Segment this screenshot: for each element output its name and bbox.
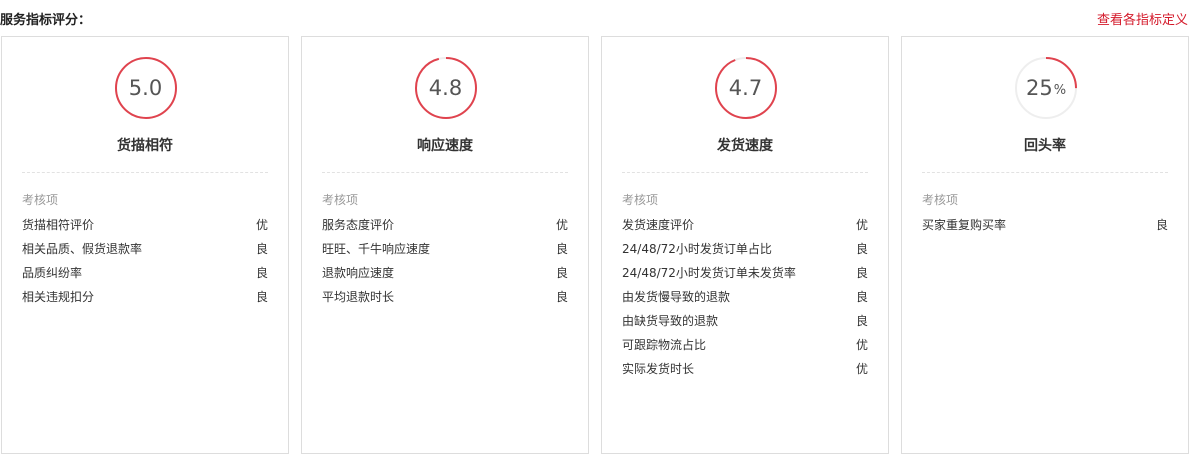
item-label: 货描相符评价 [22,218,95,232]
item-label: 服务态度评价 [322,218,395,232]
assessment-item: 退款响应速度 良 [322,261,568,285]
view-definitions-link[interactable]: 查看各指标定义 [1097,9,1188,28]
assessment-items: 发货速度评价优 24/48/72小时发货订单占比良 24/48/72小时发货订单… [622,213,868,381]
item-grade: 良 [255,290,268,304]
item-grade: 优 [855,338,868,352]
item-grade: 优 [255,218,268,232]
divider [322,172,568,173]
item-label: 24/48/72小时发货订单未发货率 [622,266,796,280]
item-label: 退款响应速度 [322,266,395,280]
score-card-shipping-speed: 4.7 发货速度 考核项 发货速度评价优 24/48/72小时发货订单占比良 2… [601,36,889,454]
assessment-item: 平均退款时长 良 [322,285,568,309]
item-grade: 良 [855,266,868,280]
item-label: 由发货慢导致的退款 [622,290,731,304]
items-header: 考核项 [922,193,959,207]
item-label: 可跟踪物流占比 [622,338,707,352]
items-header: 考核项 [22,193,59,207]
card-title: 货描相符 [117,138,173,154]
item-grade: 良 [555,266,568,280]
card-title: 发货速度 [717,138,773,154]
item-label: 实际发货时长 [622,362,695,376]
item-grade: 良 [555,290,568,304]
assessment-item: 实际发货时长 优 [622,357,868,381]
item-label: 由缺货导致的退款 [622,314,719,328]
assessment-item: 货描相符评价 优 [22,213,268,237]
items-header: 考核项 [622,193,659,207]
assessment-item: 可跟踪物流占比 优 [622,333,868,357]
item-grade: 良 [255,242,268,256]
assessment-item: 24/48/72小时发货订单占比 良 [622,237,868,261]
assessment-item: 品质纠纷率 良 [22,261,268,285]
score-card-response-speed: 4.8 响应速度 考核项 服务态度评价优 旺旺、千牛响应速度良 退款响应速度良 … [301,36,589,454]
assessment-item: 由发货慢导致的退款 良 [622,285,868,309]
score-unit: % [1053,83,1067,98]
score-ring: 4.7 [714,56,778,120]
divider [22,172,268,173]
assessment-items: 货描相符评价优 相关品质、假货退款率良 品质纠纷率良 相关违规扣分良 [22,213,268,309]
item-grade: 良 [255,266,268,280]
item-grade: 优 [855,362,868,376]
items-header: 考核项 [322,193,359,207]
assessment-item: 买家重复购买率 良 [922,213,1168,237]
item-label: 相关违规扣分 [22,290,95,304]
assessment-item: 由缺货导致的退款 良 [622,309,868,333]
item-label: 相关品质、假货退款率 [22,242,143,256]
divider [922,172,1168,173]
item-label: 品质纠纷率 [22,266,83,280]
item-grade: 良 [555,242,568,256]
score-ring: 25% [1014,56,1078,120]
score-ring: 5.0 [114,56,178,120]
score-cards: 5.0 货描相符 考核项 货描相符评价优 相关品质、假货退款率良 品质纠纷率良 … [0,36,1193,455]
item-grade: 良 [855,314,868,328]
item-grade: 良 [1155,218,1168,232]
item-label: 24/48/72小时发货订单占比 [622,242,772,256]
divider [622,172,868,173]
assessment-items: 服务态度评价优 旺旺、千牛响应速度良 退款响应速度良 平均退款时长良 [322,213,568,309]
score-value: 4.8 [428,76,463,100]
assessment-item: 24/48/72小时发货订单未发货率 良 [622,261,868,285]
score-value: 4.7 [728,76,763,100]
page-header: 服务指标评分： 查看各指标定义 [0,0,1193,36]
card-title: 回头率 [1024,138,1066,154]
item-grade: 良 [855,290,868,304]
assessment-item: 旺旺、千牛响应速度 良 [322,237,568,261]
assessment-item: 服务态度评价 优 [322,213,568,237]
score-value: 5.0 [128,76,163,100]
score-value: 25 [1025,76,1053,100]
score-card-repurchase-rate: 25% 回头率 考核项 买家重复购买率 良 [901,36,1189,454]
item-label: 发货速度评价 [622,218,695,232]
card-title: 响应速度 [417,138,473,154]
score-card-description-match: 5.0 货描相符 考核项 货描相符评价优 相关品质、假货退款率良 品质纠纷率良 … [1,36,289,454]
item-label: 平均退款时长 [322,290,395,304]
item-grade: 优 [555,218,568,232]
section-title: 服务指标评分： [0,13,92,28]
item-grade: 优 [855,218,868,232]
item-grade: 良 [855,242,868,256]
assessment-item: 相关品质、假货退款率 良 [22,237,268,261]
assessment-item: 相关违规扣分 良 [22,285,268,309]
score-ring: 4.8 [414,56,478,120]
assessment-item: 发货速度评价 优 [622,213,868,237]
assessment-items: 买家重复购买率 良 [922,213,1168,237]
item-label: 旺旺、千牛响应速度 [322,242,431,256]
item-label: 买家重复购买率 [922,218,1007,232]
